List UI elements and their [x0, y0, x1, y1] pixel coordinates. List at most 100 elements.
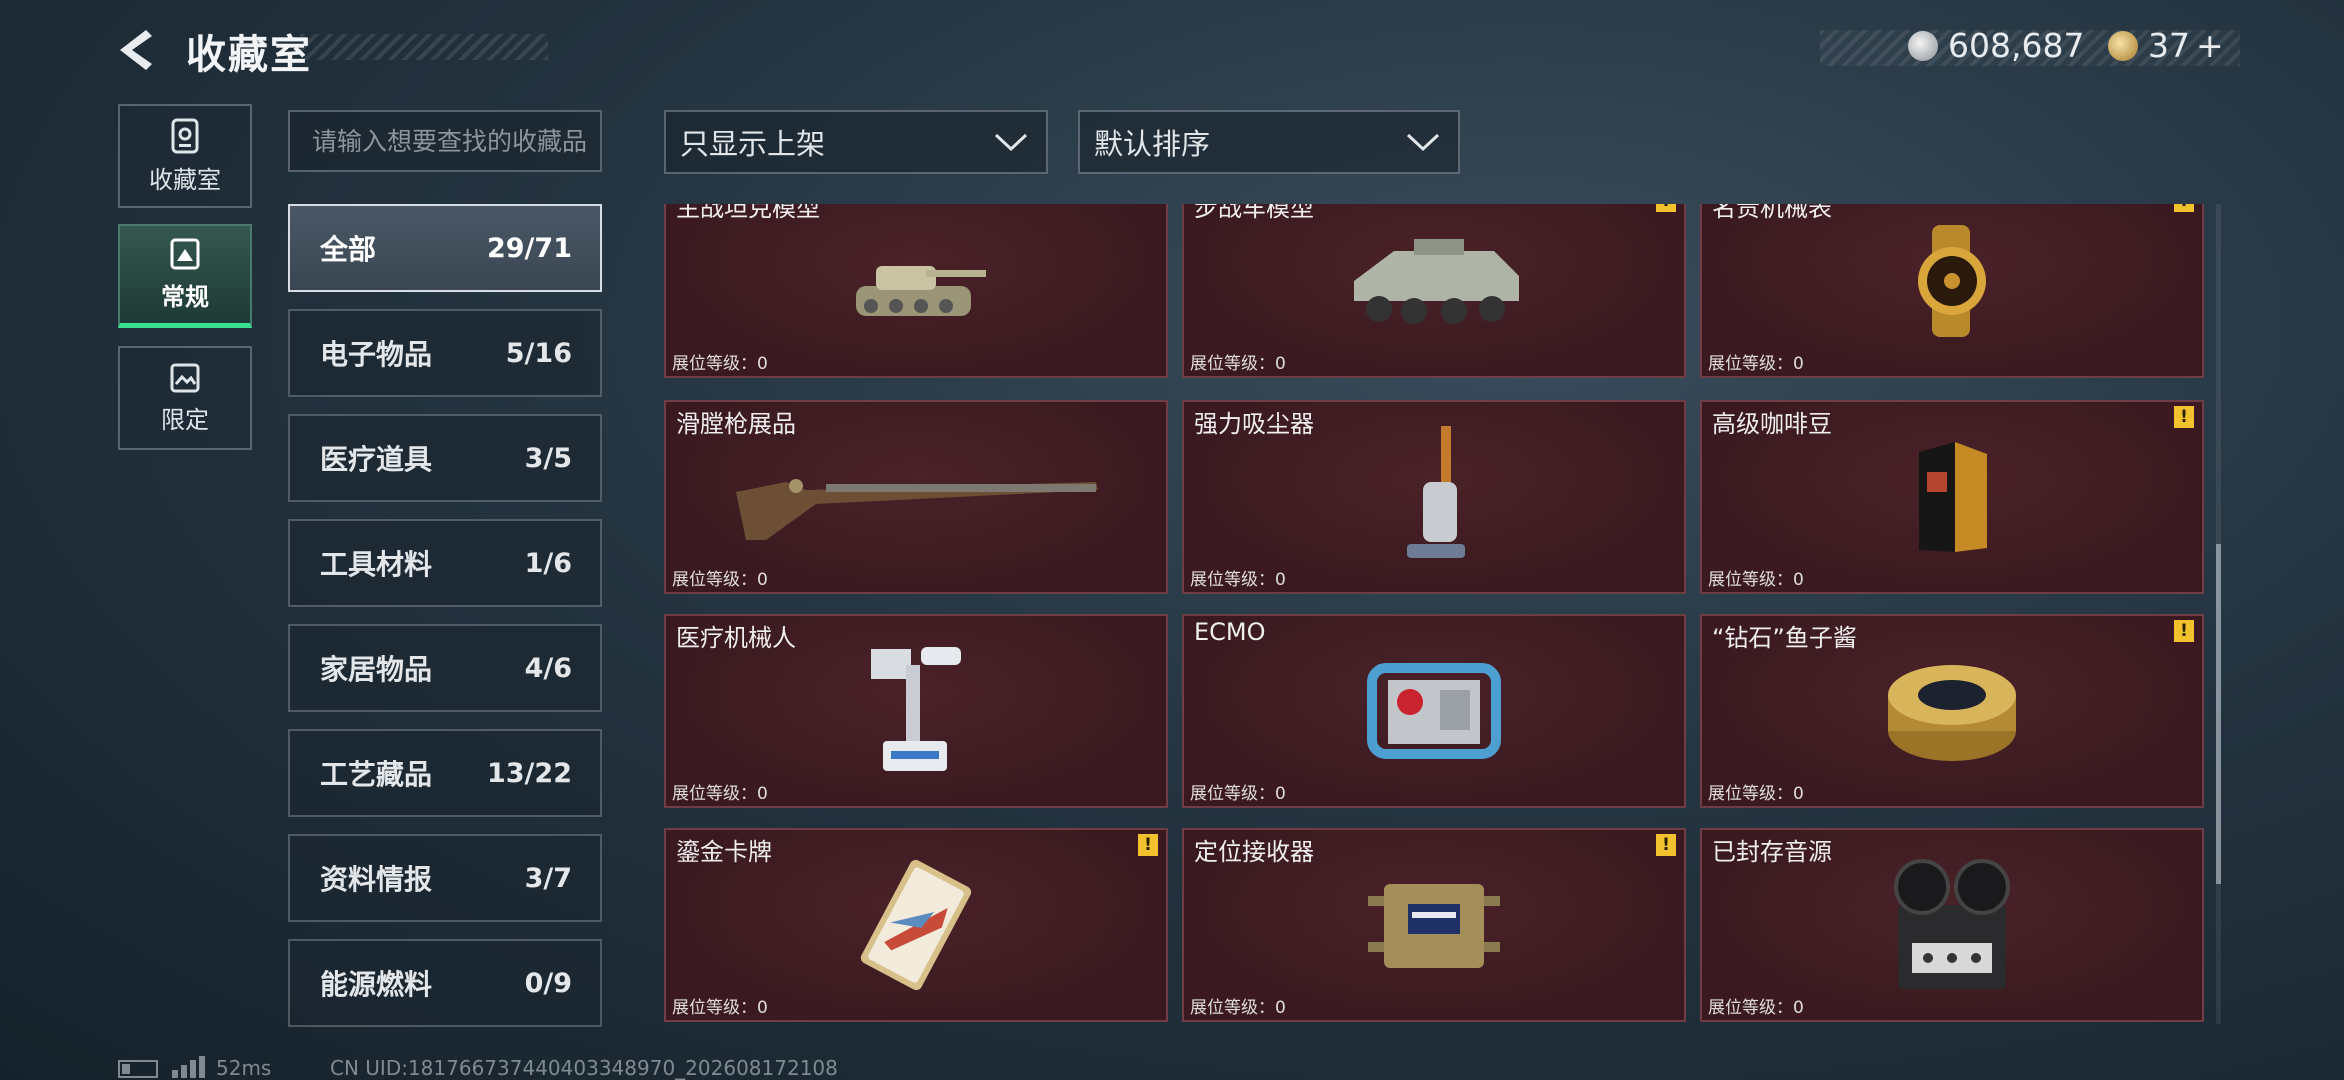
item-level: 展位等级：0 — [1190, 998, 1286, 1018]
item-level: 展位等级：0 — [672, 570, 768, 590]
ifv-model-icon — [1354, 239, 1519, 324]
back-arrow-icon — [120, 30, 152, 70]
item-level: 展位等级：0 — [1190, 784, 1286, 804]
category-name: 电子物品 — [320, 338, 433, 371]
vacuum-cleaner-icon — [1407, 426, 1465, 558]
warning-badge: ! — [2174, 204, 2194, 212]
category-count: 5/16 — [505, 337, 572, 369]
sort-dropdown[interactable]: 默认排序 — [1078, 110, 1460, 174]
watch-icon — [1918, 225, 1986, 337]
positioning-receiver-icon — [1368, 884, 1500, 968]
item-name: 主战坦克模型 — [676, 204, 820, 222]
category-count: 0/9 — [524, 967, 572, 999]
category-name: 能源燃料 — [320, 968, 433, 1001]
item-name: 鎏金卡牌 — [676, 838, 772, 866]
category-name: 资料情报 — [320, 863, 433, 896]
item-level: 展位等级：0 — [1708, 354, 1804, 374]
signal-icon — [172, 1056, 205, 1078]
side-tab-label: 常规 — [161, 283, 209, 311]
warning-badge: ! — [2174, 620, 2194, 642]
item-level: 展位等级：0 — [1708, 784, 1804, 804]
collection-card[interactable]: 名贵机械表 ! 展位等级：0 — [1700, 204, 2204, 378]
filter-dropdown-value: 只显示上架 — [680, 127, 826, 161]
collection-card[interactable]: 定位接收器 ! 展位等级：0 — [1182, 828, 1686, 1022]
category-crafts[interactable]: 工艺藏品 13/22 — [288, 729, 602, 817]
category-name: 全部 — [320, 233, 377, 266]
category-tools[interactable]: 工具材料 1/6 — [288, 519, 602, 607]
category-count: 3/5 — [524, 442, 572, 474]
ecmo-machine-icon — [1367, 663, 1501, 759]
item-name: 滑膛枪展品 — [676, 410, 796, 438]
scrollbar-thumb[interactable] — [2216, 544, 2221, 884]
chevron-down-icon — [1406, 133, 1440, 152]
item-name: 强力吸尘器 — [1194, 410, 1314, 438]
search-input[interactable] — [288, 110, 602, 172]
category-count: 29/71 — [486, 232, 572, 264]
collection-grid: 主战坦克模型 展位等级：0 步战车模型 ! 展位等级：0 名贵机械表 ! 展位等… — [662, 204, 2204, 1024]
gilded-card-icon — [860, 859, 972, 991]
item-level: 展位等级：0 — [672, 354, 768, 374]
category-name: 工具材料 — [320, 548, 433, 581]
item-level: 展位等级：0 — [672, 998, 768, 1018]
frame-icon — [170, 238, 200, 270]
coffee-bag-icon — [1919, 442, 1987, 552]
item-name: 已封存音源 — [1712, 838, 1832, 866]
side-tab-limited[interactable]: 限定 — [118, 346, 252, 450]
item-level: 展位等级：0 — [1708, 570, 1804, 590]
silver-coin-icon — [1908, 30, 1938, 61]
side-tab-label: 限定 — [161, 405, 209, 434]
category-name: 家居物品 — [320, 653, 433, 686]
collection-card[interactable]: 已封存音源 展位等级：0 — [1700, 828, 2204, 1022]
category-electronics[interactable]: 电子物品 5/16 — [288, 309, 602, 397]
silver-currency: 608,687 — [1908, 26, 2084, 65]
ping-readout: 52ms — [216, 1056, 272, 1080]
uid-text: CN UID:181766737440403348970_20260817210… — [330, 1056, 838, 1080]
item-name: ECMO — [1194, 618, 1266, 646]
collection-card[interactable]: 强力吸尘器 展位等级：0 — [1182, 400, 1686, 594]
collection-card[interactable]: 主战坦克模型 展位等级：0 — [664, 204, 1168, 378]
category-all[interactable]: 全部 29/71 — [288, 204, 602, 292]
collection-card[interactable]: 高级咖啡豆 ! 展位等级：0 — [1700, 400, 2204, 594]
collection-card[interactable]: 步战车模型 ! 展位等级：0 — [1182, 204, 1686, 378]
back-button[interactable] — [116, 28, 166, 72]
side-tab-vault[interactable]: 收藏室 — [118, 104, 252, 208]
page-title: 收藏室 — [186, 32, 312, 78]
gold-currency[interactable]: 37 + — [2108, 26, 2224, 65]
gold-amount: 37 — [2148, 26, 2190, 65]
item-level: 展位等级：0 — [1190, 570, 1286, 590]
category-count: 4/6 — [524, 652, 572, 684]
caviar-tin-icon — [1888, 665, 2016, 761]
chevron-down-icon — [994, 133, 1028, 152]
item-level: 展位等级：0 — [1708, 998, 1804, 1018]
item-level: 展位等级：0 — [1190, 354, 1286, 374]
title-decoration — [300, 34, 548, 60]
item-level: 展位等级：0 — [672, 784, 768, 804]
collection-card[interactable]: ECMO 展位等级：0 — [1182, 614, 1686, 808]
battery-icon — [118, 1060, 158, 1078]
category-count: 3/7 — [524, 862, 572, 894]
category-household[interactable]: 家居物品 4/6 — [288, 624, 602, 712]
silver-amount: 608,687 — [1948, 26, 2085, 65]
warning-badge: ! — [1656, 204, 1676, 212]
warning-badge: ! — [1656, 834, 1676, 856]
item-name: 高级咖啡豆 — [1712, 410, 1832, 438]
medical-robot-icon — [871, 647, 961, 771]
category-intel[interactable]: 资料情报 3/7 — [288, 834, 602, 922]
musket-icon — [736, 479, 1098, 540]
category-medical[interactable]: 医疗道具 3/5 — [288, 414, 602, 502]
collection-card[interactable]: “钻石”鱼子酱 ! 展位等级：0 — [1700, 614, 2204, 808]
warning-badge: ! — [2174, 406, 2194, 428]
collection-card[interactable]: 鎏金卡牌 ! 展位等级：0 — [664, 828, 1168, 1022]
item-name: 步战车模型 — [1194, 204, 1314, 222]
grid-scrollbar[interactable] — [2216, 204, 2221, 1024]
sort-dropdown-value: 默认排序 — [1094, 127, 1211, 161]
add-gold-button[interactable]: + — [2196, 26, 2224, 65]
side-tab-regular[interactable]: 常规 — [118, 224, 252, 328]
collection-card[interactable]: 医疗机械人 展位等级：0 — [664, 614, 1168, 808]
gold-coin-icon — [2108, 30, 2138, 61]
collection-card[interactable]: 滑膛枪展品 展位等级：0 — [664, 400, 1168, 594]
filter-dropdown[interactable]: 只显示上架 — [664, 110, 1048, 174]
category-energy[interactable]: 能源燃料 0/9 — [288, 939, 602, 1027]
tank-model-icon — [856, 266, 986, 316]
vault-icon — [171, 118, 199, 153]
